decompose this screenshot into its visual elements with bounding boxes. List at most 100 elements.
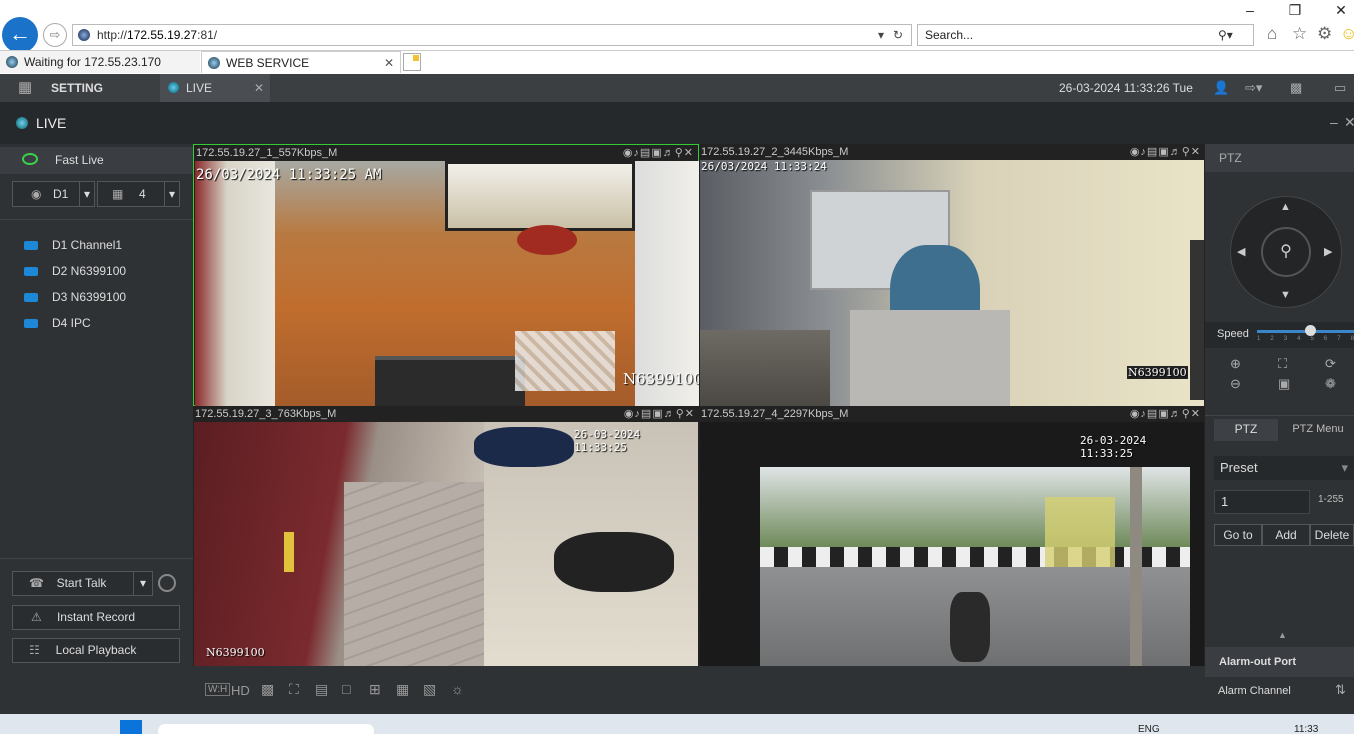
favorites-icon[interactable]: ☆ xyxy=(1292,24,1307,44)
search-icon[interactable]: ⚲▾ xyxy=(1218,25,1233,45)
channel-label: D1 Channel1 xyxy=(52,238,123,252)
live-title: LIVE xyxy=(36,115,67,131)
refresh-icon[interactable]: ↻ xyxy=(893,25,903,45)
focus-far-icon[interactable]: ▣ xyxy=(1278,376,1290,392)
video-grid: 172.55.19.27_1_557Kbps_M ◉♪▤▣♬⚲✕ 26/03/2… xyxy=(193,144,1205,668)
channel-item[interactable]: D4 IPC xyxy=(24,313,91,333)
close-window-icon[interactable]: ✕ xyxy=(1331,2,1351,19)
clock[interactable]: 11:33 xyxy=(1294,724,1318,735)
close-tab-icon[interactable]: ✕ xyxy=(384,52,394,74)
split-8-icon[interactable]: ▧ xyxy=(423,681,436,698)
speed-tick: 4 xyxy=(1297,336,1301,342)
wh-ratio-icon[interactable]: W:H xyxy=(205,683,231,696)
language-indicator[interactable]: ENG xyxy=(1138,724,1160,735)
settings-gear-icon[interactable]: ⚙ xyxy=(1317,24,1332,44)
forward-button[interactable]: ⇨ xyxy=(43,23,67,47)
device-select[interactable]: ◉ D1 ▾ xyxy=(12,181,95,207)
channel-item[interactable]: D2 N6399100 xyxy=(24,261,126,281)
speed-tick: 3 xyxy=(1283,336,1288,342)
setting-menu[interactable]: SETTING xyxy=(51,74,103,102)
split-6-icon[interactable]: ▦ xyxy=(396,681,409,698)
up-arrow-icon[interactable]: ▲ xyxy=(1280,201,1291,213)
channel-item[interactable]: D3 N6399100 xyxy=(24,287,126,307)
iris-close-icon[interactable]: ❁ xyxy=(1325,376,1336,392)
collapse-arrow-icon[interactable]: ▲ xyxy=(1278,630,1287,640)
zoom-in-icon[interactable]: ⊕ xyxy=(1230,356,1241,372)
preset-select[interactable]: Preset ▾ xyxy=(1214,456,1354,480)
start-talk-button[interactable]: ☎ Start Talk xyxy=(12,571,151,596)
ptz-direction-pad[interactable]: ▲ ▼ ◀ ▶ ⚲ xyxy=(1230,196,1342,308)
pane-controls[interactable]: ◉♪▤▣♬⚲✕ xyxy=(623,145,694,161)
split-4-icon[interactable]: ⊞ xyxy=(369,681,381,698)
logout-icon[interactable]: ⇨▾ xyxy=(1245,74,1262,102)
instant-record-button[interactable]: ⚠ Instant Record xyxy=(12,605,180,630)
address-bar[interactable]: http://172.55.19.27:81/ ▾ ↻ xyxy=(72,24,912,46)
tab-ptz[interactable]: PTZ xyxy=(1214,419,1278,441)
down-arrow-icon[interactable]: ▼ xyxy=(1280,289,1291,301)
user-icon[interactable]: 👤 xyxy=(1213,74,1229,102)
divider xyxy=(0,558,193,559)
home-icon[interactable]: ⌂ xyxy=(1267,24,1277,44)
speed-ticks: 1 2 3 4 5 6 7 8 xyxy=(1257,336,1354,346)
goto-button[interactable]: Go to xyxy=(1214,524,1262,546)
video-pane-2[interactable]: 172.55.19.27_2_3445Kbps_M ◉♪▤▣♬⚲✕ 26/03/… xyxy=(699,144,1205,406)
hd-button[interactable]: HD xyxy=(231,683,250,698)
minimize-icon[interactable]: – xyxy=(1240,2,1260,18)
live-tab[interactable]: LIVE ✕ xyxy=(160,74,270,102)
smiley-icon[interactable]: ☺ xyxy=(1340,24,1354,44)
video-pane-1[interactable]: 172.55.19.27_1_557Kbps_M ◉♪▤▣♬⚲✕ 26/03/2… xyxy=(193,144,699,407)
tab-favicon xyxy=(208,57,220,69)
preset-number-input[interactable]: 1 xyxy=(1214,490,1310,514)
minimize-panel-icon[interactable]: – xyxy=(1330,114,1338,130)
channel-label: D2 N6399100 xyxy=(52,264,127,278)
delete-button[interactable]: Delete xyxy=(1310,524,1354,546)
pane-controls[interactable]: ◉♪▤▣♬⚲✕ xyxy=(624,406,695,422)
back-button[interactable]: ← xyxy=(2,17,38,53)
speed-tick: 1 xyxy=(1257,336,1261,342)
chevron-down-icon[interactable]: ▾ xyxy=(164,182,175,206)
right-arrow-icon[interactable]: ▶ xyxy=(1324,245,1332,258)
video-pane-3[interactable]: 172.55.19.27_3_763Kbps_M ◉♪▤▣♬⚲✕ 26-03-2… xyxy=(193,406,699,668)
record-indicator-icon[interactable] xyxy=(158,574,176,592)
local-playback-button[interactable]: ☷ Local Playback xyxy=(12,638,180,663)
talk-dropdown[interactable]: ▾ xyxy=(133,571,153,596)
left-arrow-icon[interactable]: ◀ xyxy=(1237,245,1245,258)
dropdown-icon[interactable]: ▾ xyxy=(878,25,884,45)
brightness-icon[interactable]: ☼ xyxy=(451,681,464,697)
tab-web-service[interactable]: WEB SERVICE ✕ xyxy=(201,51,401,73)
windows-start-icon[interactable] xyxy=(120,720,142,734)
fullscreen-icon[interactable]: ⛶ xyxy=(289,681,299,698)
chevron-down-icon[interactable]: ▾ xyxy=(79,182,90,206)
fast-live-row[interactable]: Fast Live xyxy=(0,147,193,174)
restore-icon[interactable]: ❐ xyxy=(1285,2,1305,19)
iris-open-icon[interactable]: ⟳ xyxy=(1325,356,1336,372)
ptz-title: PTZ xyxy=(1205,144,1354,172)
fluency-icon[interactable]: ▩ xyxy=(261,681,274,698)
search-placeholder: Search... xyxy=(925,28,974,42)
center-zoom-icon[interactable]: ⚲ xyxy=(1261,227,1311,277)
add-button[interactable]: Add xyxy=(1262,524,1310,546)
pane-caption: 172.55.19.27_2_3445Kbps_M xyxy=(701,146,849,158)
focus-near-icon[interactable]: ⛶ xyxy=(1278,356,1287,372)
tab-ptz-menu[interactable]: PTZ Menu xyxy=(1285,419,1351,441)
live-tab-label: LIVE xyxy=(186,81,213,95)
alarm-toggle-icon[interactable]: ⇅ xyxy=(1335,682,1346,698)
speed-slider-thumb[interactable] xyxy=(1305,325,1317,336)
pane-controls[interactable]: ◉♪▤▣♬⚲✕ xyxy=(1130,144,1201,160)
taskbar-search[interactable] xyxy=(158,724,374,738)
grid-menu-icon[interactable]: ▦ xyxy=(18,74,32,102)
close-live-tab-icon[interactable]: ✕ xyxy=(254,74,264,102)
close-panel-icon[interactable]: ✕ xyxy=(1344,114,1354,131)
monitor-icon[interactable]: ▭ xyxy=(1334,74,1346,102)
search-input[interactable]: Search... ⚲▾ xyxy=(917,24,1254,46)
qr-icon[interactable]: ▩ xyxy=(1290,74,1302,102)
pane-controls[interactable]: ◉♪▤▣♬⚲✕ xyxy=(1130,406,1201,422)
video-pane-4[interactable]: 172.55.19.27_4_2297Kbps_M ◉♪▤▣♬⚲✕ 26-03-… xyxy=(699,406,1205,668)
zoom-out-icon[interactable]: ⊖ xyxy=(1230,376,1241,392)
new-tab-icon[interactable] xyxy=(403,53,421,71)
channel-item[interactable]: D1 Channel1 xyxy=(24,235,122,255)
split-select[interactable]: ▦ 4 ▾ xyxy=(97,181,180,207)
split-single-icon[interactable]: □ xyxy=(342,681,350,697)
split-1-icon[interactable]: ▤ xyxy=(315,681,328,698)
tab-waiting[interactable]: Waiting for 172.55.23.170 xyxy=(0,51,200,73)
